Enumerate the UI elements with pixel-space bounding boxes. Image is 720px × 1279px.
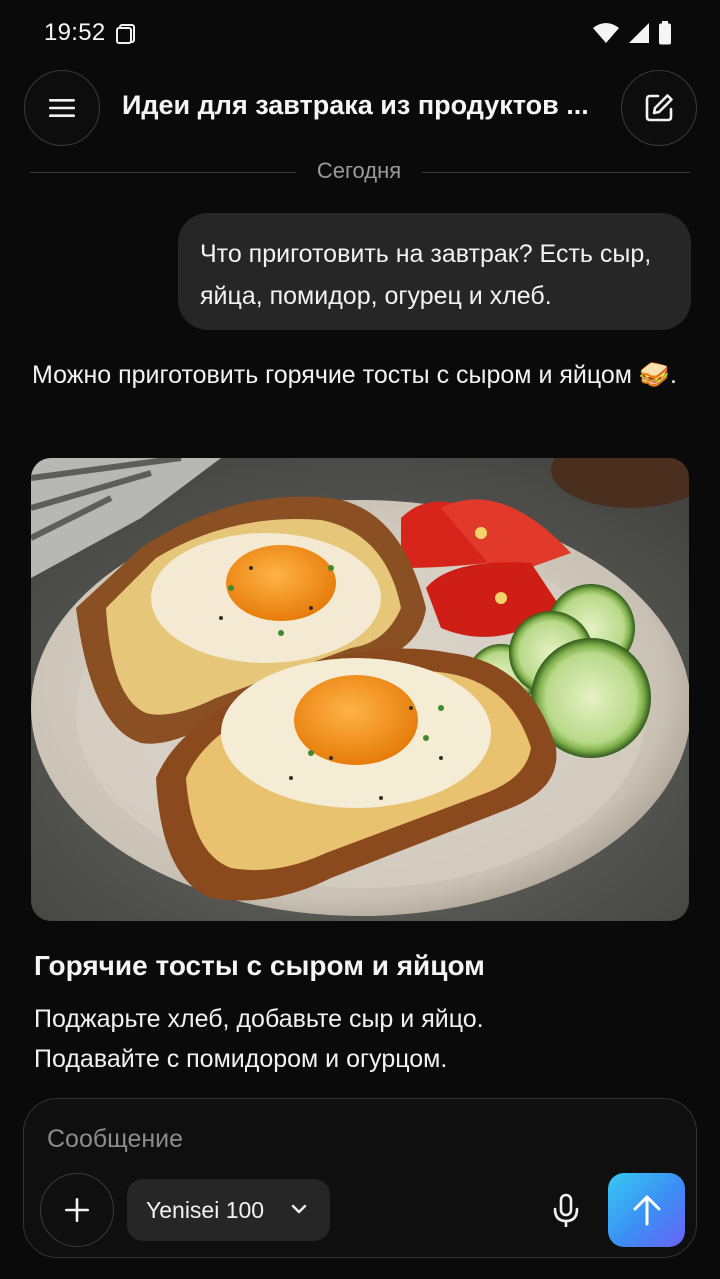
recipe-line: Подавайте с помидором и огурцом. bbox=[34, 1045, 448, 1073]
edit-icon bbox=[645, 94, 673, 122]
menu-button[interactable] bbox=[24, 70, 100, 146]
date-divider-label: Сегодня bbox=[316, 158, 402, 183]
divider-line-left bbox=[30, 172, 296, 173]
status-time: 19:52 bbox=[44, 19, 106, 46]
microphone-icon bbox=[553, 1193, 579, 1227]
toast-plate-illustration bbox=[31, 458, 689, 921]
new-chat-button[interactable] bbox=[621, 70, 697, 146]
message-input[interactable]: Сообщение bbox=[47, 1125, 183, 1154]
model-selector[interactable]: Yenisei 100 bbox=[127, 1179, 330, 1241]
attach-button[interactable] bbox=[40, 1173, 114, 1247]
cell-signal-icon bbox=[629, 23, 649, 43]
recipe-description: Поджарьте хлеб, добавьте сыр и яйцо. Под… bbox=[34, 999, 694, 1079]
recipe-title: Горячие тосты с сыром и яйцом bbox=[34, 950, 485, 981]
wifi-icon bbox=[593, 23, 619, 43]
battery-icon bbox=[659, 21, 671, 45]
model-label: Yenisei 100 bbox=[146, 1196, 265, 1223]
food-image[interactable] bbox=[31, 458, 689, 921]
divider-line-right bbox=[422, 172, 690, 173]
voice-input-button[interactable] bbox=[544, 1187, 588, 1235]
arrow-up-icon bbox=[633, 1195, 660, 1226]
user-message-text: Что приготовить на завтрак? Есть сыр, яй… bbox=[200, 240, 652, 310]
sim-card-icon bbox=[116, 24, 135, 44]
plus-icon bbox=[65, 1198, 89, 1222]
status-bar: 19:52 bbox=[0, 0, 720, 66]
menu-icon bbox=[49, 99, 75, 117]
chevron-down-icon bbox=[291, 1204, 307, 1214]
status-icons bbox=[592, 20, 672, 46]
assistant-message-text: Можно приготовить горячие тосты с сыром … bbox=[32, 361, 678, 389]
message-composer: Сообщение Yenisei 100 bbox=[23, 1098, 697, 1258]
send-button[interactable] bbox=[608, 1173, 685, 1247]
recipe-line: Поджарьте хлеб, добавьте сыр и яйцо. bbox=[34, 1005, 484, 1033]
user-message-bubble[interactable]: Что приготовить на завтрак? Есть сыр, яй… bbox=[178, 213, 691, 330]
screen: 19:52 Идеи для завтрака из продуктов ... bbox=[0, 0, 720, 1279]
chat-title[interactable]: Идеи для завтрака из продуктов ... bbox=[122, 90, 592, 121]
